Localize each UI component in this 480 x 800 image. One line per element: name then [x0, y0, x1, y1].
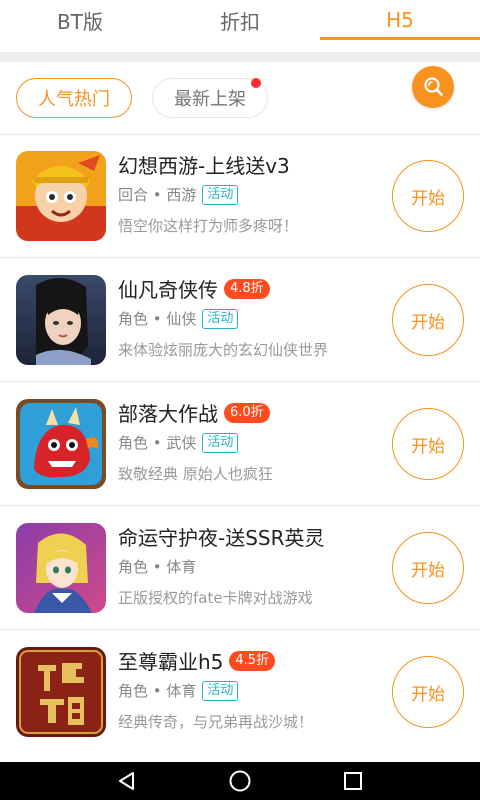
start-button[interactable]: 开始	[392, 284, 464, 356]
section-divider	[0, 52, 480, 62]
home-circle-icon	[229, 770, 251, 792]
filter-hot-label: 人气热门	[38, 89, 110, 110]
discount-badge: 6.0折	[224, 402, 270, 423]
filter-newest-button[interactable]: 最新上架	[152, 78, 268, 118]
game-meta: 回合 • 西游 活动	[118, 184, 239, 205]
filter-newest-label: 最新上架	[174, 89, 246, 110]
game-title: 幻想西游-上线送v3	[118, 154, 290, 178]
game-icon-zhizun-baye	[16, 647, 106, 737]
game-title: 部落大作战	[118, 402, 218, 426]
new-badge-dot	[251, 78, 261, 88]
start-button[interactable]: 开始	[392, 408, 464, 480]
game-category: 角色 • 武侠	[118, 434, 197, 452]
system-nav-bar	[0, 762, 480, 800]
activity-tag: 活动	[202, 308, 239, 329]
game-description: 经典传奇，与兄弟再战沙城！	[118, 713, 314, 731]
game-icon-fantasy-journey	[16, 151, 106, 241]
game-title-line: 幻想西游-上线送v3	[118, 150, 290, 179]
game-row[interactable]: 至尊霸业h5 4.5折 角色 • 体育 活动 经典传奇，与兄弟再战沙城！ 开始	[0, 630, 480, 754]
game-meta: 角色 • 体育	[118, 556, 196, 577]
start-button[interactable]: 开始	[392, 656, 464, 728]
discount-badge: 4.5折	[229, 650, 276, 671]
activity-tag: 活动	[202, 680, 239, 701]
game-title-line: 部落大作战 6.0折	[118, 398, 270, 427]
game-category: 角色 • 体育	[118, 682, 197, 700]
filter-row: 人气热门 最新上架	[0, 62, 480, 134]
game-description: 来体验炫丽庞大的玄幻仙侠世界	[118, 341, 329, 359]
activity-tag: 活动	[202, 432, 239, 453]
game-icon-tribe-battle	[16, 399, 106, 489]
back-triangle-icon	[118, 772, 134, 790]
game-description: 正版授权的fate卡牌对战游戏	[118, 589, 313, 607]
game-title: 命运守护夜-送SSR英灵	[118, 526, 325, 550]
nav-home-button[interactable]	[222, 766, 258, 796]
game-meta: 角色 • 仙侠 活动	[118, 308, 239, 329]
activity-tag: 活动	[202, 184, 239, 205]
search-icon	[424, 77, 443, 96]
game-icon-fate	[16, 523, 106, 613]
game-icon-xianfan	[16, 275, 106, 365]
game-title: 至尊霸业h5	[118, 650, 224, 674]
start-button[interactable]: 开始	[392, 160, 464, 232]
discount-badge: 4.8折	[224, 278, 270, 299]
game-title-line: 至尊霸业h5 4.5折	[118, 646, 276, 675]
game-meta: 角色 • 武侠 活动	[118, 432, 239, 453]
game-row[interactable]: 幻想西游-上线送v3 回合 • 西游 活动 悟空你这样打为师多疼呀！ 开始	[0, 134, 480, 258]
game-row[interactable]: 仙凡奇侠传 4.8折 角色 • 仙侠 活动 来体验炫丽庞大的玄幻仙侠世界 开始	[0, 258, 480, 382]
recents-square-icon	[344, 772, 363, 790]
game-title-line: 命运守护夜-送SSR英灵	[118, 522, 325, 551]
tab-bt[interactable]: BT版	[0, 0, 160, 40]
tab-h5[interactable]: H5	[320, 0, 480, 40]
game-category: 角色 • 仙侠	[118, 310, 197, 328]
game-description: 致敬经典 原始人也疯狂	[118, 465, 273, 483]
game-category: 角色 • 体育	[118, 558, 197, 576]
game-meta: 角色 • 体育 活动	[118, 680, 239, 701]
top-tabs: BT版 折扣 H5	[0, 0, 480, 40]
game-category: 回合 • 西游	[118, 186, 197, 204]
tab-discount[interactable]: 折扣	[160, 0, 320, 40]
game-row[interactable]: 命运守护夜-送SSR英灵 角色 • 体育 正版授权的fate卡牌对战游戏 开始	[0, 506, 480, 630]
game-description: 悟空你这样打为师多疼呀！	[118, 217, 299, 235]
filter-hot-button[interactable]: 人气热门	[16, 78, 132, 118]
nav-back-button[interactable]	[109, 766, 145, 796]
game-title-line: 仙凡奇侠传 4.8折	[118, 274, 270, 303]
game-list: 幻想西游-上线送v3 回合 • 西游 活动 悟空你这样打为师多疼呀！ 开始 仙凡…	[0, 134, 480, 754]
start-button[interactable]: 开始	[392, 532, 464, 604]
game-title: 仙凡奇侠传	[118, 278, 218, 302]
search-button[interactable]	[412, 66, 454, 108]
nav-recents-button[interactable]	[335, 766, 371, 796]
game-row[interactable]: 部落大作战 6.0折 角色 • 武侠 活动 致敬经典 原始人也疯狂 开始	[0, 382, 480, 506]
